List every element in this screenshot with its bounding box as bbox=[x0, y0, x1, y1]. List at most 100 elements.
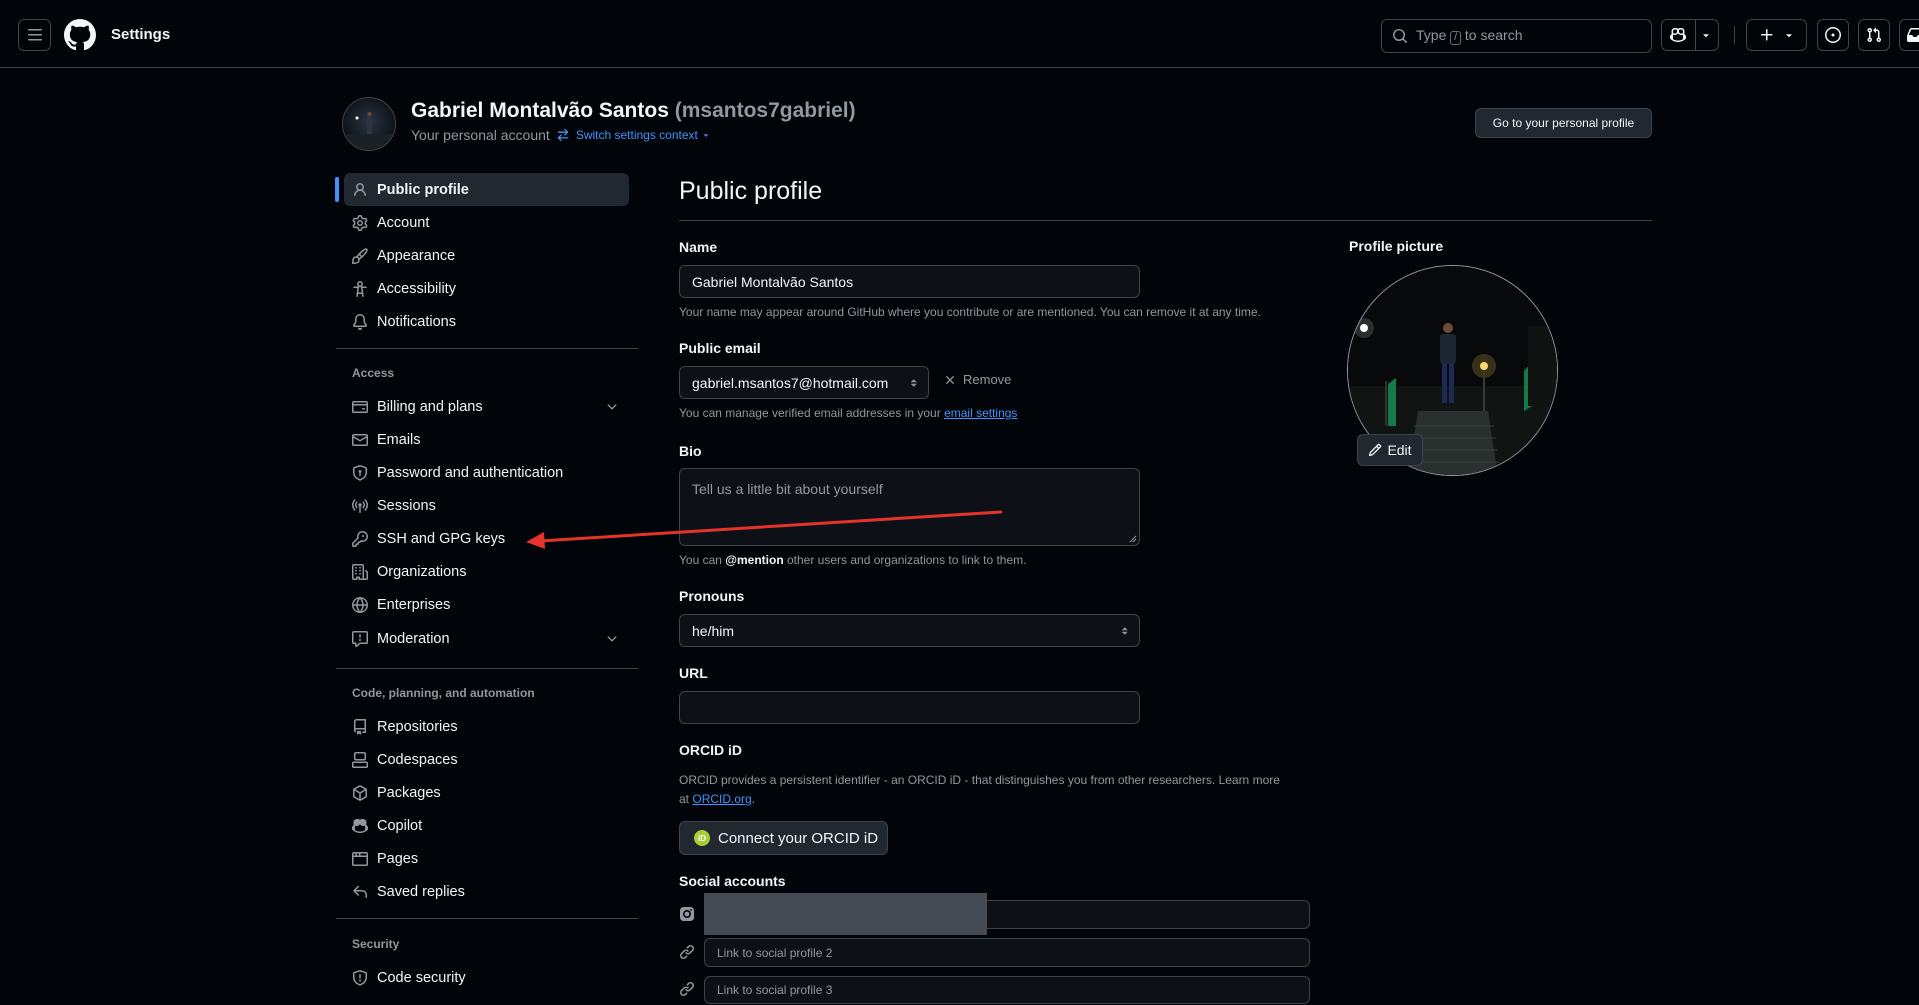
sidebar-item-label: Moderation bbox=[377, 630, 450, 647]
email-settings-link[interactable]: email settings bbox=[944, 406, 1017, 420]
orcid-label: ORCID iD bbox=[679, 742, 742, 758]
person-icon bbox=[354, 182, 366, 196]
connect-orcid-button[interactable]: iD Connect your ORCID iD bbox=[679, 821, 888, 855]
sidebar-item-code-security[interactable]: Code security bbox=[336, 961, 629, 994]
sidebar-item-account[interactable]: Account bbox=[336, 206, 629, 239]
bio-textarea[interactable]: Tell us a little bit about yourself bbox=[679, 468, 1140, 546]
sidebar-item-label: Password and authentication bbox=[377, 464, 564, 481]
chevron-down-icon bbox=[607, 636, 617, 642]
user-login: (msantos7gabriel) bbox=[674, 99, 856, 122]
account-context: Your personal account Switch settings co… bbox=[411, 127, 711, 143]
sidebar-item-moderation[interactable]: Moderation bbox=[336, 622, 629, 655]
sidebar-item-label: Notifications bbox=[377, 313, 456, 330]
link-icon bbox=[679, 944, 695, 960]
git-pull-request-icon bbox=[1867, 27, 1882, 43]
sidebar-item-label: Saved replies bbox=[377, 883, 465, 900]
resize-handle-icon[interactable] bbox=[1129, 535, 1137, 543]
sidebar-item-public-profile[interactable]: Public profile bbox=[344, 173, 629, 206]
sidebar-item-packages[interactable]: Packages bbox=[336, 776, 629, 809]
copilot-icon bbox=[352, 818, 368, 833]
sidebar-item-label: Pages bbox=[377, 850, 419, 867]
public-email-label: Public email bbox=[679, 340, 761, 356]
top-header: Settings Type / to search bbox=[0, 0, 1919, 68]
sidebar-item-label: Codespaces bbox=[377, 751, 458, 768]
email-hint: You can manage verified email addresses … bbox=[679, 406, 1017, 420]
instagram-icon bbox=[680, 907, 694, 921]
switch-settings-context-link[interactable]: Switch settings context bbox=[576, 128, 711, 142]
social-link-2-placeholder: Link to social profile 2 bbox=[717, 945, 833, 960]
remove-email-button[interactable]: Remove bbox=[943, 372, 1011, 387]
go-to-profile-button[interactable]: Go to your personal profile bbox=[1475, 108, 1652, 138]
menu-button[interactable] bbox=[18, 19, 51, 51]
bio-hint-prefix: You can bbox=[679, 553, 722, 567]
github-logo-icon[interactable] bbox=[64, 19, 96, 51]
search-suffix: to search bbox=[1464, 27, 1523, 43]
user-avatar bbox=[342, 97, 396, 151]
sidebar-item-saved-replies[interactable]: Saved replies bbox=[336, 875, 629, 908]
link-icon bbox=[679, 981, 695, 997]
sidebar-item-billing[interactable]: Billing and plans bbox=[336, 390, 629, 423]
social-link-3-field[interactable]: Link to social profile 3 bbox=[704, 976, 1310, 1004]
bio-hint-suffix: other users and organizations to link to… bbox=[787, 553, 1027, 567]
section-header-security: Security bbox=[352, 937, 400, 951]
create-new-button[interactable] bbox=[1746, 19, 1807, 51]
url-label: URL bbox=[679, 665, 708, 681]
sidebar-item-repositories[interactable]: Repositories bbox=[336, 710, 629, 743]
section-header-code: Code, planning, and automation bbox=[352, 686, 535, 700]
url-field[interactable] bbox=[679, 691, 1140, 724]
inbox-icon bbox=[1907, 27, 1919, 42]
caret-down-icon bbox=[1703, 34, 1709, 38]
sidebar-item-copilot[interactable]: Copilot bbox=[336, 809, 629, 842]
orcid-icon: iD bbox=[694, 830, 710, 846]
pronouns-select[interactable]: he/him bbox=[679, 614, 1140, 647]
mail-icon bbox=[352, 433, 368, 446]
sidebar-item-label: Packages bbox=[377, 784, 441, 801]
issues-button[interactable] bbox=[1817, 19, 1849, 51]
email-hint-text: You can manage verified email addresses … bbox=[679, 406, 941, 420]
sidebar-item-label: Sessions bbox=[377, 497, 436, 514]
social-link-3-placeholder: Link to social profile 3 bbox=[717, 983, 833, 997]
pull-requests-button[interactable] bbox=[1858, 19, 1890, 51]
social-link-2-field[interactable]: Link to social profile 2 bbox=[704, 938, 1310, 967]
sidebar-item-accessibility[interactable]: Accessibility bbox=[336, 272, 629, 305]
search-icon bbox=[1393, 29, 1408, 44]
caret-down-icon bbox=[703, 134, 709, 137]
sidebar-item-sessions[interactable]: Sessions bbox=[336, 489, 629, 522]
sidebar-item-label: Emails bbox=[377, 431, 421, 448]
sidebar-item-appearance[interactable]: Appearance bbox=[336, 239, 629, 272]
sidebar-item-ssh-gpg-keys[interactable]: SSH and GPG keys bbox=[336, 522, 629, 555]
accessibility-icon bbox=[353, 280, 367, 297]
sidebar-item-label: Billing and plans bbox=[377, 398, 483, 415]
shield-lock-icon bbox=[353, 464, 367, 481]
hamburger-icon bbox=[27, 29, 42, 41]
copilot-button[interactable] bbox=[1661, 19, 1719, 51]
bio-label: Bio bbox=[679, 443, 702, 459]
sidebar-item-pages[interactable]: Pages bbox=[336, 842, 629, 875]
pronouns-value: he/him bbox=[692, 622, 735, 639]
report-icon bbox=[352, 630, 368, 647]
sidebar-item-emails[interactable]: Emails bbox=[336, 423, 629, 456]
public-email-value: gabriel.msantos7@hotmail.com bbox=[692, 374, 889, 391]
bio-hint-mention: @mention bbox=[725, 553, 784, 567]
search-input[interactable]: Type / to search bbox=[1381, 19, 1652, 53]
redacted-area bbox=[704, 893, 987, 935]
sidebar-item-label: Repositories bbox=[377, 718, 458, 735]
sidebar-item-label: Appearance bbox=[377, 247, 456, 264]
select-arrows-icon bbox=[1122, 626, 1128, 635]
name-field[interactable]: Gabriel Montalvão Santos bbox=[679, 265, 1140, 298]
package-icon bbox=[353, 784, 367, 801]
inbox-button[interactable] bbox=[1899, 19, 1919, 51]
pronouns-label: Pronouns bbox=[679, 588, 745, 604]
public-email-select[interactable]: gabriel.msantos7@hotmail.com bbox=[679, 366, 929, 399]
edit-profile-picture-button[interactable]: Edit bbox=[1357, 434, 1423, 466]
sidebar-item-label: Code security bbox=[377, 969, 466, 986]
sidebar-item-codespaces[interactable]: Codespaces bbox=[336, 743, 629, 776]
bell-icon bbox=[352, 313, 367, 330]
sidebar-item-password-authentication[interactable]: Password and authentication bbox=[336, 456, 629, 489]
orcid-hint-at: at bbox=[679, 792, 690, 806]
sidebar-item-notifications[interactable]: Notifications bbox=[336, 305, 629, 338]
orcid-link[interactable]: ORCID.org bbox=[692, 792, 751, 806]
header-title: Settings bbox=[111, 26, 171, 43]
sidebar-item-enterprises[interactable]: Enterprises bbox=[336, 588, 629, 621]
sidebar-item-organizations[interactable]: Organizations bbox=[336, 555, 629, 588]
